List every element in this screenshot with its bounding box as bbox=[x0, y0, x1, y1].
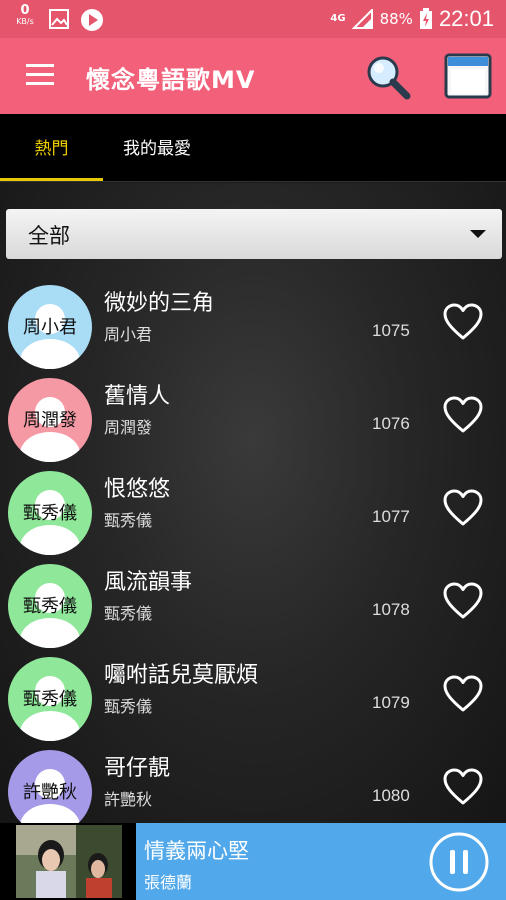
song-title: 舊情人 bbox=[104, 384, 171, 409]
tab-indicator bbox=[0, 178, 103, 181]
clock: 22:01 bbox=[438, 6, 494, 31]
song-number: 1077 bbox=[372, 507, 410, 526]
artist-avatar: 許艷秋 bbox=[8, 750, 92, 834]
avatar-label: 甄秀儀 bbox=[23, 689, 77, 710]
window-icon[interactable] bbox=[444, 53, 492, 99]
song-number: 1075 bbox=[372, 321, 410, 340]
favorite-heart-icon[interactable] bbox=[443, 489, 483, 527]
favorite-heart-icon[interactable] bbox=[443, 303, 483, 341]
avatar-label: 周潤發 bbox=[23, 410, 77, 431]
tab-favorites[interactable]: 我的最愛 bbox=[103, 114, 211, 182]
song-row[interactable]: 甄秀儀 囑咐話兒莫厭煩甄秀儀 1079 bbox=[0, 651, 506, 744]
song-artist: 甄秀儀 bbox=[104, 511, 153, 530]
video-thumbnail[interactable] bbox=[16, 825, 122, 898]
now-playing-title: 情義兩心堅 bbox=[144, 839, 249, 863]
artist-avatar: 周潤發 bbox=[8, 378, 92, 462]
network-type: 4G bbox=[330, 13, 346, 24]
favorite-heart-icon[interactable] bbox=[443, 675, 483, 713]
category-dropdown-value: 全部 bbox=[28, 224, 70, 248]
song-row[interactable]: 周潤發 舊情人周潤發 1076 bbox=[0, 372, 506, 465]
song-artist: 許艷秋 bbox=[104, 790, 153, 809]
battery-charging-icon bbox=[419, 8, 432, 29]
favorite-heart-icon[interactable] bbox=[443, 582, 483, 620]
status-bar: 0 KB/s 4G 88% 22:01 bbox=[0, 0, 506, 38]
avatar-label: 許艷秋 bbox=[23, 782, 77, 803]
tab-bar: 熱門 我的最愛 bbox=[0, 114, 506, 182]
network-speed: 0 KB/s bbox=[12, 3, 38, 27]
gallery-icon bbox=[49, 9, 69, 29]
song-number: 1079 bbox=[372, 693, 410, 712]
song-title: 哥仔靚 bbox=[104, 756, 171, 781]
song-number: 1078 bbox=[372, 600, 410, 619]
avatar-label: 周小君 bbox=[23, 317, 77, 338]
song-row[interactable]: 甄秀儀 風流韻事甄秀儀 1078 bbox=[0, 558, 506, 651]
song-number: 1076 bbox=[372, 414, 410, 433]
signal-icon bbox=[351, 9, 373, 29]
song-title: 風流韻事 bbox=[104, 570, 193, 595]
tab-popular[interactable]: 熱門 bbox=[0, 114, 103, 182]
app-title: 懷念粵語歌MV bbox=[86, 66, 256, 94]
content-area: 全部 周小君 微妙的三角 周小君 1075 周潤發 舊情人 周潤發 1076 甄秀儀 恨悠悠 甄秀儀… bbox=[0, 183, 506, 834]
category-dropdown[interactable]: 全部 bbox=[6, 209, 502, 259]
avatar-label: 甄秀儀 bbox=[23, 596, 77, 617]
song-number: 1080 bbox=[372, 786, 410, 805]
youtube-play-icon bbox=[81, 9, 103, 31]
song-artist: 甄秀儀 bbox=[104, 604, 153, 623]
avatar-label: 甄秀儀 bbox=[23, 503, 77, 524]
favorite-heart-icon[interactable] bbox=[443, 768, 483, 806]
battery-percent: 88% bbox=[379, 10, 413, 28]
app-bar: 懷念粵語歌MV bbox=[0, 38, 506, 114]
now-playing-artist: 張德蘭 bbox=[144, 873, 193, 892]
network-speed-unit: KB/s bbox=[16, 17, 34, 26]
now-playing-bar[interactable]: 情義兩心堅 張德蘭 bbox=[0, 823, 506, 900]
artist-avatar: 甄秀儀 bbox=[8, 657, 92, 741]
favorite-heart-icon[interactable] bbox=[443, 396, 483, 434]
artist-avatar: 甄秀儀 bbox=[8, 471, 92, 555]
pause-button[interactable] bbox=[428, 831, 490, 893]
artist-avatar: 周小君 bbox=[8, 285, 92, 369]
song-title: 恨悠悠 bbox=[104, 477, 171, 502]
song-row[interactable]: 甄秀儀 恨悠悠甄秀儀 1077 bbox=[0, 465, 506, 558]
song-row[interactable]: 周小君 微妙的三角周小君 1075 bbox=[0, 279, 506, 372]
song-artist: 周小君 bbox=[104, 325, 153, 344]
song-artist: 周潤發 bbox=[104, 418, 153, 437]
now-playing-panel[interactable]: 情義兩心堅 張德蘭 bbox=[136, 823, 506, 900]
song-title: 囑咐話兒莫厭煩 bbox=[104, 663, 259, 688]
search-icon[interactable] bbox=[364, 53, 412, 101]
artist-avatar: 甄秀儀 bbox=[8, 564, 92, 648]
dropdown-arrow-icon bbox=[470, 230, 486, 238]
menu-icon[interactable] bbox=[26, 64, 54, 88]
network-speed-value: 0 bbox=[20, 3, 30, 18]
song-artist: 甄秀儀 bbox=[104, 697, 153, 716]
song-title: 微妙的三角 bbox=[104, 291, 215, 316]
